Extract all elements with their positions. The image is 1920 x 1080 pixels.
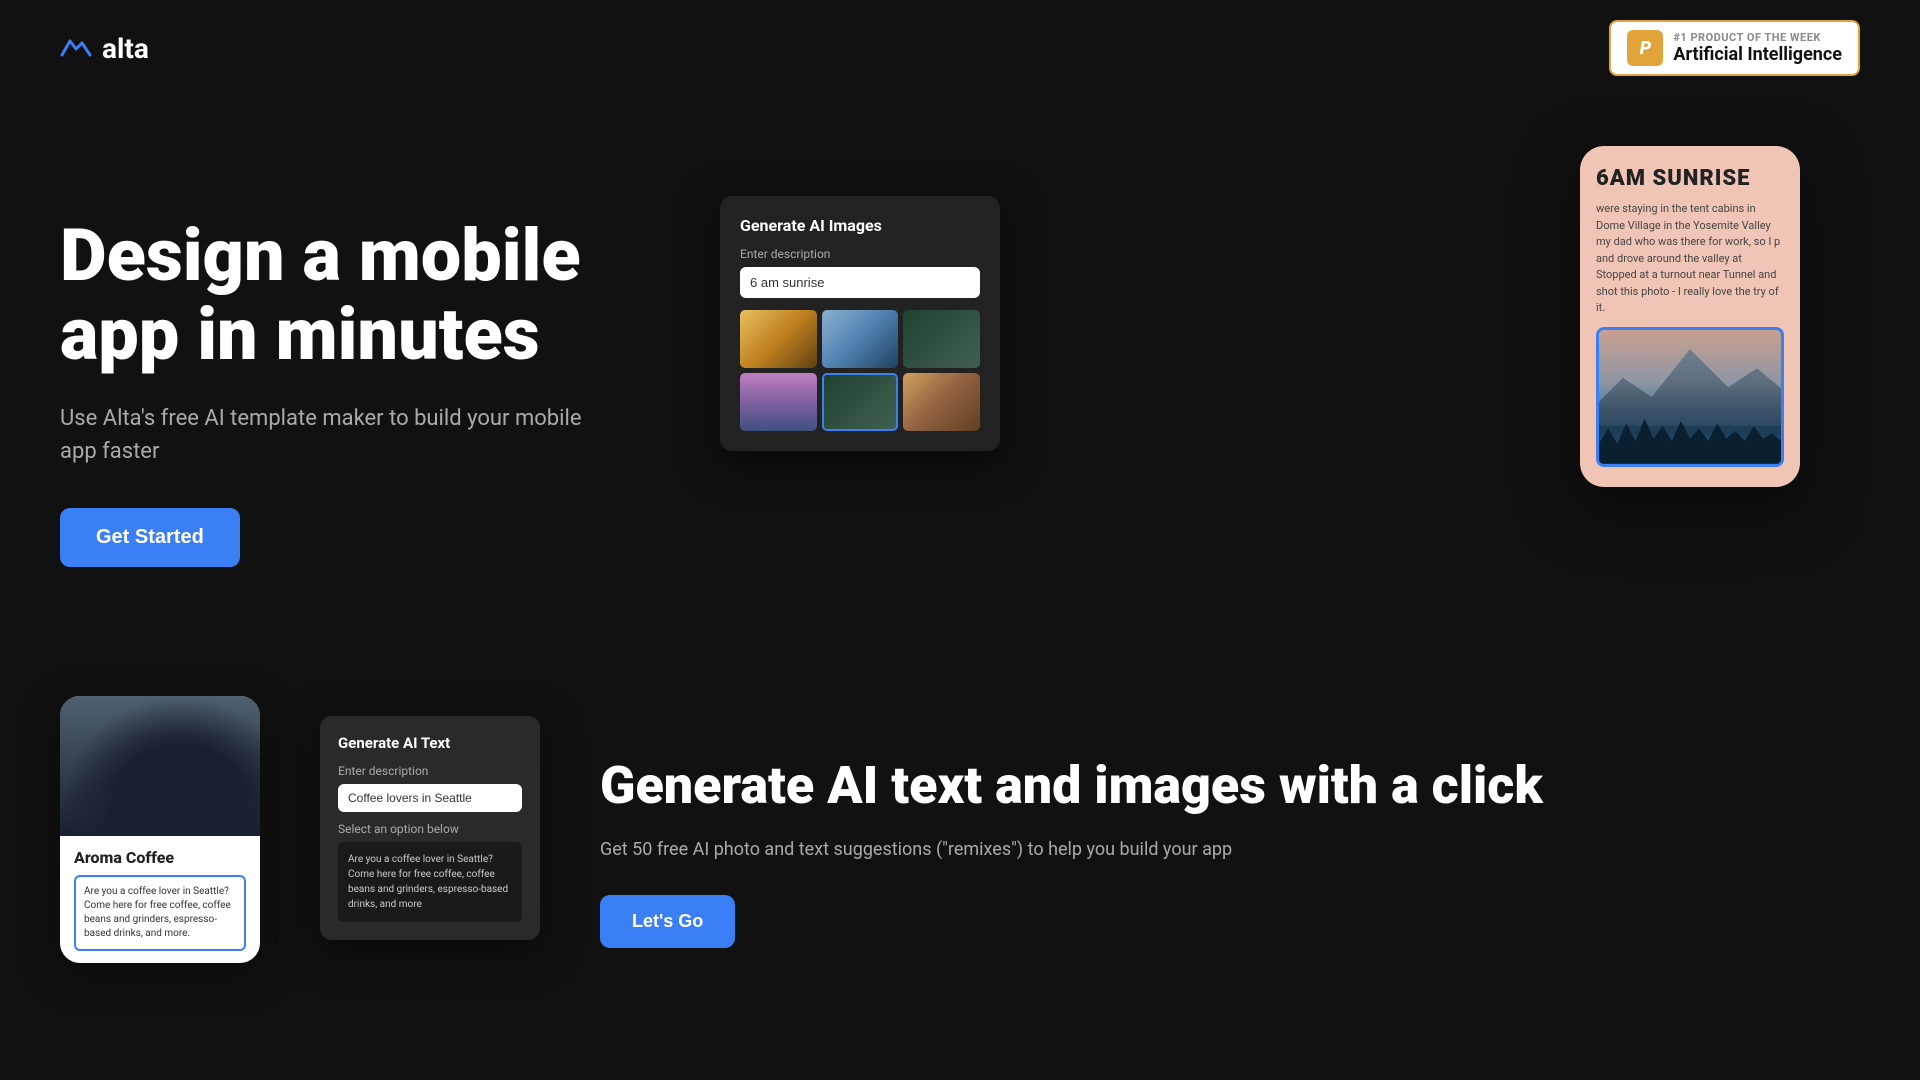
hero-subtext: Use Alta's free AI template maker to bui… xyxy=(60,402,620,468)
product-badge-content: #1 Product of the Week Artificial Intell… xyxy=(1673,31,1842,65)
coffee-phone-mockup: Aroma Coffee Are you a coffee lover in S… xyxy=(60,696,260,963)
ai-text-dialog-title: Generate AI Text xyxy=(338,734,522,752)
ai-text-description-label: Enter description xyxy=(338,764,522,778)
ai-image-description-input[interactable] xyxy=(740,267,980,298)
ai-text-select-label: Select an option below xyxy=(338,822,522,836)
product-badge-icon: P xyxy=(1627,30,1663,66)
coffee-card-text-box: Are you a coffee lover in Seattle? Come … xyxy=(74,875,246,951)
phone-mockup-image xyxy=(1596,327,1784,467)
hero-section: Design a mobile app in minutes Use Alta'… xyxy=(0,96,1920,656)
get-started-button[interactable]: Get Started xyxy=(60,508,240,567)
alta-logo-icon xyxy=(60,37,92,59)
phone-mockup: 6AM SUNRISE were staying in the tent cab… xyxy=(1580,146,1800,487)
logo-area: alta xyxy=(60,32,149,65)
ai-image-thumb-4[interactable] xyxy=(740,373,817,431)
hero-heading: Design a mobile app in minutes xyxy=(60,216,620,374)
second-section: Aroma Coffee Are you a coffee lover in S… xyxy=(0,656,1920,1043)
second-heading: Generate AI text and images with a click xyxy=(600,756,1860,816)
ai-image-dialog-title: Generate AI Images xyxy=(740,216,980,235)
ai-image-thumb-3[interactable] xyxy=(903,310,980,368)
phone-mockup-text: were staying in the tent cabins in Dome … xyxy=(1596,201,1784,317)
ai-image-thumb-1[interactable] xyxy=(740,310,817,368)
ai-text-output: Are you a coffee lover in Seattle? Come … xyxy=(338,842,522,922)
ai-image-dialog: Generate AI Images Enter description xyxy=(720,196,1000,451)
second-subtext: Get 50 free AI photo and text suggestion… xyxy=(600,836,1860,863)
ai-image-grid xyxy=(740,310,980,431)
lets-go-button[interactable]: Let's Go xyxy=(600,895,735,948)
product-badge[interactable]: P #1 Product of the Week Artificial Inte… xyxy=(1609,20,1860,76)
ai-image-thumb-6[interactable] xyxy=(903,373,980,431)
ai-image-thumb-5[interactable] xyxy=(822,373,899,431)
product-badge-rank: #1 Product of the Week xyxy=(1673,31,1842,44)
navbar: alta P #1 Product of the Week Artificial… xyxy=(0,0,1920,96)
phone-mockup-title: 6AM SUNRISE xyxy=(1596,166,1784,191)
ai-image-description-label: Enter description xyxy=(740,247,980,261)
hero-left: Design a mobile app in minutes Use Alta'… xyxy=(60,156,620,567)
coffee-card-body: Aroma Coffee Are you a coffee lover in S… xyxy=(60,836,260,963)
hero-right: Generate AI Images Enter description 6AM… xyxy=(700,156,1860,576)
logo-text: alta xyxy=(102,32,149,65)
ai-text-description-input[interactable] xyxy=(338,784,522,812)
ai-text-dialog: Generate AI Text Enter description Selec… xyxy=(320,716,540,940)
product-badge-title: Artificial Intelligence xyxy=(1673,44,1842,65)
ai-image-thumb-2[interactable] xyxy=(822,310,899,368)
coffee-image xyxy=(60,696,260,836)
second-copy: Generate AI text and images with a click… xyxy=(600,696,1860,948)
coffee-card-title: Aroma Coffee xyxy=(74,848,246,867)
